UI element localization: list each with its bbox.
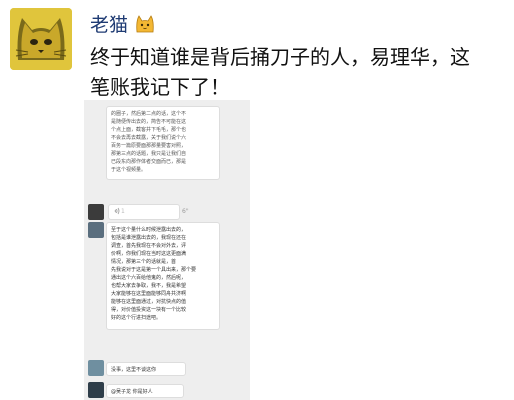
- chat-avatar: [88, 204, 104, 220]
- chat-line: 是随便传出去的，简告不可能在这: [111, 119, 187, 125]
- chat-line: 至于这个量什么时候泄露出去的，: [111, 227, 187, 233]
- chat-bubble: @吴子龙 你是好人: [106, 384, 184, 398]
- chat-line: 情况，那第三个的话就是，首: [111, 259, 177, 265]
- chat-bubble: 没事，这里不谈这你: [106, 362, 186, 376]
- chat-line: 包括是谁泄露出去的，我现在还在: [111, 235, 187, 241]
- chat-line: 不会去再去截露，关于我们说个六: [111, 135, 187, 141]
- attached-chat-screenshot[interactable]: 的圈子，然后第二点的话，这个不 是随便传出去的，简告不可能在这 个点上面，截客并…: [84, 100, 250, 400]
- chat-line: 的圈子，然后第二点的话，这个不: [111, 111, 187, 117]
- chat-avatar: [88, 360, 104, 376]
- chat-line: 个点上面，截客并下毛毛，那个也: [111, 127, 187, 133]
- post-text-line: 终于知道谁是背后捅刀子的人，易理华，这: [90, 45, 470, 69]
- chat-avatar: [88, 382, 104, 398]
- chat-bubble: 的圈子，然后第二点的话，这个不 是随便传出去的，简告不可能在这 个点上面，截客并…: [106, 106, 220, 180]
- chat-line: 先我说对于这是第一个具出来，那个要: [111, 267, 197, 273]
- voice-mark: 1: [121, 208, 125, 215]
- post-text: 终于知道谁是背后捅刀子的人，易理华，这 笔账我记下了！: [90, 42, 500, 102]
- chat-avatar: [88, 222, 104, 238]
- username-link[interactable]: 老猫: [90, 10, 128, 37]
- chat-line: 已段东向那作体者交面而已，那是: [111, 159, 187, 165]
- post-text-line: 笔账我记下了！: [90, 75, 230, 99]
- chat-line: 调查，首先我现在不会对外去，评: [111, 243, 187, 249]
- voice-duration: 6": [182, 208, 189, 215]
- cat-face-emoji-icon: [136, 14, 154, 32]
- cat-avatar-icon: [10, 8, 72, 70]
- chat-line: 没事，这里不谈这你: [111, 367, 157, 373]
- chat-line: @吴子龙 你是好人: [111, 389, 153, 395]
- chat-line: 那第三点的话题，我只是让我们自: [111, 151, 187, 157]
- user-avatar[interactable]: [10, 8, 72, 70]
- chat-line: 大家能够在这里面能够同舟共济啊: [111, 291, 187, 297]
- chat-line: 价啊，你我们现在当时这这更面满: [111, 251, 187, 257]
- chat-line: 也帮大家去争取，我不，我是希望: [111, 283, 187, 289]
- voice-message[interactable]: 1: [108, 204, 180, 220]
- chat-line: 通出这个六百给他鬼的，然后呢，: [111, 275, 187, 281]
- chat-line: 得，对价值投资这一块有一个比较: [111, 307, 187, 313]
- chat-bubble: 至于这个量什么时候泄露出去的， 包括是谁泄露出去的，我现在还在 调查，首先我现在…: [106, 222, 220, 330]
- chat-line: 于这个视频量。: [111, 167, 147, 173]
- chat-line: 百务一篇原要面那那量要害对照，: [111, 143, 187, 149]
- chat-line: 好的这个行进扫途吧。: [111, 315, 162, 321]
- post-header: 老猫: [90, 10, 156, 37]
- chat-line: 能够在这里面通过，对抗快点的值: [111, 299, 187, 305]
